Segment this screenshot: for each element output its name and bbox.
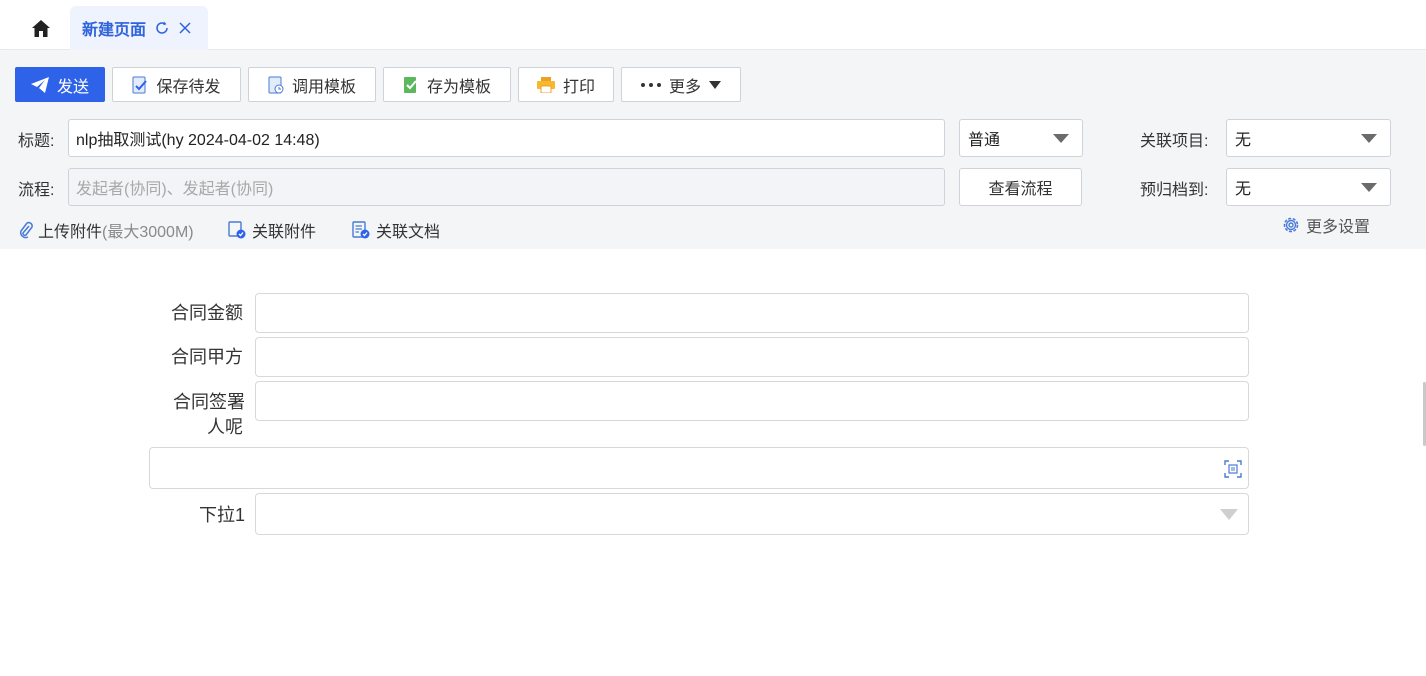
archive-select[interactable]: 无: [1226, 168, 1391, 206]
contract-signer-input[interactable]: [255, 381, 1249, 421]
dropdown1-label: 下拉1: [198, 505, 245, 525]
upload-attachment-label: 上传附件: [38, 224, 103, 241]
related-project-label: 关联项目:: [1140, 133, 1209, 150]
send-label: 发送: [56, 78, 89, 96]
more-label: 更多: [668, 78, 701, 96]
template-icon: [268, 76, 284, 94]
title-input[interactable]: nlp抽取测试(hy 2024-04-02 14:48): [68, 119, 945, 157]
wide-textarea[interactable]: [149, 447, 1249, 489]
more-settings-link[interactable]: 更多设置: [1282, 213, 1370, 237]
save-draft-icon: [132, 76, 148, 94]
related-document-label: 关联文档: [376, 224, 441, 241]
related-attachment-link[interactable]: 关联附件: [228, 218, 316, 242]
refresh-icon[interactable]: [154, 20, 170, 36]
print-label: 打印: [562, 78, 595, 96]
attachment-link-icon: [228, 221, 246, 239]
close-icon[interactable]: [178, 21, 192, 35]
archive-caret-icon: [1361, 183, 1377, 192]
tab-title: 新建页面: [82, 22, 147, 39]
archive-value: 无: [1235, 181, 1252, 198]
document-link-icon: [352, 221, 370, 239]
related-project-value: 无: [1235, 132, 1252, 149]
priority-value: 普通: [968, 132, 1001, 149]
send-button[interactable]: 发送: [15, 67, 105, 102]
save-draft-button[interactable]: 保存待发: [112, 67, 241, 102]
tab-bar: 新建页面: [0, 0, 1426, 50]
more-button[interactable]: 更多: [621, 67, 741, 102]
dropdown1-caret-icon: [1220, 509, 1238, 520]
send-icon: [30, 76, 49, 93]
contract-party-a-label: 合同甲方: [171, 347, 243, 367]
save-as-template-label: 存为模板: [426, 78, 491, 96]
view-flow-button[interactable]: 查看流程: [959, 168, 1082, 206]
flow-label: 流程:: [18, 182, 55, 199]
contract-signer-label-line2: 人呢: [207, 417, 243, 437]
ellipsis-icon: [640, 82, 661, 87]
paperclip-icon: [18, 221, 34, 239]
flow-placeholder: 发起者(协同)、发起者(协同): [76, 181, 274, 198]
contract-amount-input[interactable]: [255, 293, 1249, 333]
gear-icon: [1282, 216, 1300, 234]
save-draft-label: 保存待发: [156, 78, 221, 96]
contract-amount-label: 合同金额: [171, 303, 243, 323]
save-as-template-button[interactable]: 存为模板: [383, 67, 511, 102]
home-icon[interactable]: [28, 16, 54, 40]
view-flow-label: 查看流程: [988, 181, 1053, 198]
print-button[interactable]: 打印: [518, 67, 614, 102]
related-project-select[interactable]: 无: [1226, 119, 1391, 157]
save-template-icon: [403, 76, 419, 94]
upload-attachment-link[interactable]: 上传附件 (最大3000M): [18, 218, 194, 242]
expand-editor-icon[interactable]: [1224, 460, 1242, 478]
use-template-label: 调用模板: [291, 78, 356, 96]
title-label: 标题:: [18, 133, 55, 150]
contract-signer-label-line1: 合同签署: [173, 392, 245, 412]
related-project-caret-icon: [1361, 134, 1377, 143]
tab-new-page[interactable]: 新建页面: [70, 6, 208, 50]
priority-caret-icon: [1053, 134, 1069, 143]
printer-icon: [536, 76, 555, 93]
title-value: nlp抽取测试(hy 2024-04-02 14:48): [76, 132, 320, 149]
archive-label: 预归档到:: [1140, 182, 1209, 199]
dropdown1-select[interactable]: [255, 493, 1249, 535]
priority-select[interactable]: 普通: [959, 119, 1083, 157]
contract-party-a-input[interactable]: [255, 337, 1249, 377]
use-template-button[interactable]: 调用模板: [248, 67, 376, 102]
flow-input[interactable]: 发起者(协同)、发起者(协同): [68, 168, 945, 206]
compose-header: 发送 保存待发 调用模板 存为模板 打印 更多 标题: nlp抽取测试(hy 2…: [0, 51, 1426, 249]
related-attachment-label: 关联附件: [252, 224, 317, 241]
caret-down-icon: [709, 80, 721, 89]
related-document-link[interactable]: 关联文档: [352, 218, 440, 242]
upload-limit: (最大3000M): [102, 224, 194, 241]
more-settings-label: 更多设置: [1306, 219, 1371, 236]
